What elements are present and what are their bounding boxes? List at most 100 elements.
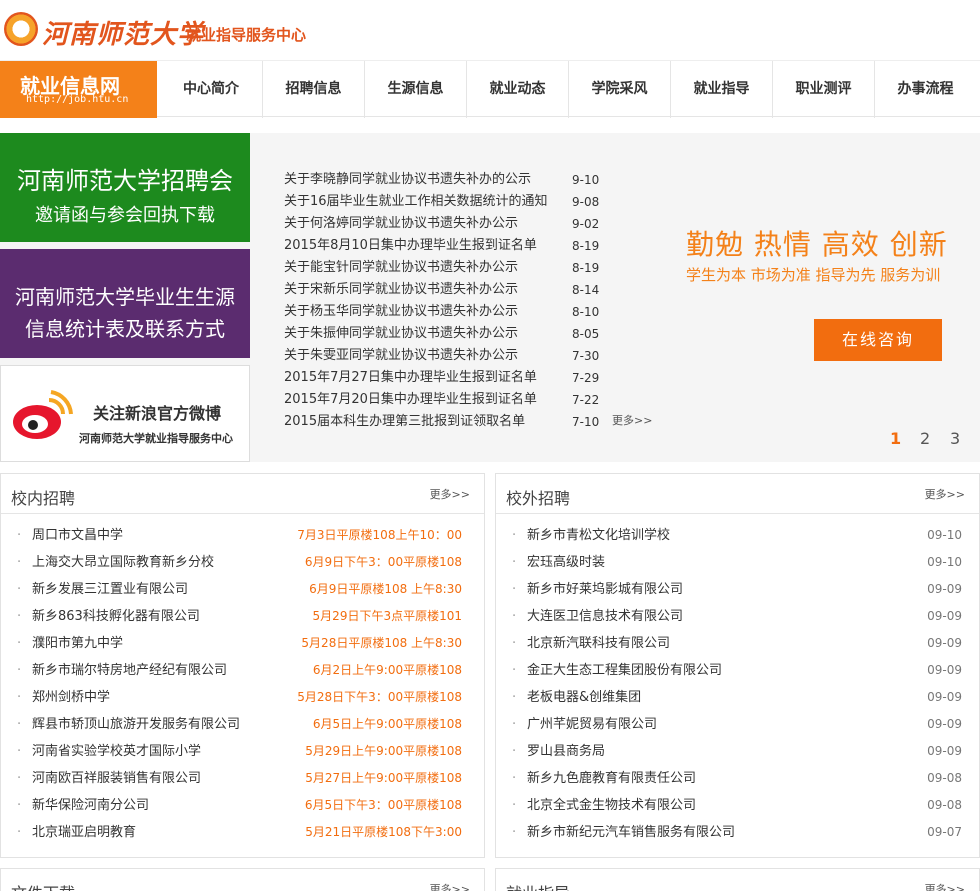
company-name[interactable]: 河南欧百祥服装销售有限公司 (32, 765, 201, 792)
list-item[interactable]: · 北京新汽联科技有限公司 09-09 (496, 630, 979, 657)
notice-item[interactable]: 关于朱雯亚同学就业协议书遗失补办公示 7-30 (284, 345, 654, 367)
notice-title[interactable]: 关于宋新乐同学就业协议书遗失补办公示 (284, 279, 518, 301)
job-fair-promo[interactable]: 河南师范大学招聘会 邀请函与参会回执下载 (0, 133, 250, 242)
company-name[interactable]: 新乡市瑞尔特房地产经纪有限公司 (32, 657, 227, 684)
nav-item-student-source[interactable]: 生源信息 (364, 61, 466, 118)
notice-title[interactable]: 2015年7月27日集中办理毕业生报到证名单 (284, 367, 537, 389)
notice-title[interactable]: 2015年8月10日集中办理毕业生报到证名单 (284, 235, 537, 257)
list-item[interactable]: · 罗山县商务局 09-09 (496, 738, 979, 765)
notice-title[interactable]: 关于杨玉华同学就业协议书遗失补办公示 (284, 301, 518, 323)
nav-item-colleges[interactable]: 学院采风 (568, 61, 670, 118)
company-name[interactable]: 新乡发展三江置业有限公司 (32, 576, 188, 603)
company-name[interactable]: 老板电器&创维集团 (527, 684, 641, 711)
nav-item-about[interactable]: 中心简介 (160, 61, 262, 118)
downloads-more-link[interactable]: 更多>> (430, 881, 470, 891)
company-name[interactable]: 新乡863科技孵化器有限公司 (32, 603, 200, 630)
notice-title[interactable]: 2015年7月20日集中办理毕业生报到证名单 (284, 389, 537, 411)
notice-item[interactable]: 关于能宝针同学就业协议书遗失补办公示 8-19 (284, 257, 654, 279)
list-item[interactable]: · 上海交大昂立国际教育新乡分校 6月9日下午3：00平原楼108 (1, 549, 484, 576)
list-item[interactable]: · 濮阳市第九中学 5月28日平原楼108 上午8:30 (1, 630, 484, 657)
notice-item[interactable]: 关于宋新乐同学就业协议书遗失补办公示 8-14 (284, 279, 654, 301)
list-item[interactable]: · 新乡市瑞尔特房地产经纪有限公司 6月2日上午9:00平原楼108 (1, 657, 484, 684)
pager-page-2[interactable]: 2 (920, 429, 950, 448)
list-item[interactable]: · 辉县市轿顶山旅游开发服务有限公司 6月5日上午9:00平原楼108 (1, 711, 484, 738)
notice-title[interactable]: 关于朱振伸同学就业协议书遗失补办公示 (284, 323, 518, 345)
bullet-icon: · (512, 582, 517, 597)
list-item[interactable]: · 大连医卫信息技术有限公司 09-09 (496, 603, 979, 630)
list-item[interactable]: · 新乡发展三江置业有限公司 6月9日平原楼108 上午8:30 (1, 576, 484, 603)
notice-item[interactable]: 2015年7月27日集中办理毕业生报到证名单 7-29 (284, 367, 654, 389)
notice-title[interactable]: 关于朱雯亚同学就业协议书遗失补办公示 (284, 345, 518, 367)
list-item[interactable]: · 新乡市新纪元汽车销售服务有限公司 09-07 (496, 819, 979, 846)
list-item[interactable]: · 北京瑞亚启明教育 5月21日平原楼108下午3:00 (1, 819, 484, 846)
company-name[interactable]: 北京全式金生物技术有限公司 (527, 792, 696, 819)
company-name[interactable]: 河南省实验学校英才国际小学 (32, 738, 201, 765)
list-item[interactable]: · 新乡863科技孵化器有限公司 5月29日下午3点平原楼101 (1, 603, 484, 630)
list-item[interactable]: · 宏珏高级时装 09-10 (496, 549, 979, 576)
list-item[interactable]: · 河南欧百祥服装销售有限公司 5月27日上午9:00平原楼108 (1, 765, 484, 792)
notice-title[interactable]: 关于16届毕业生就业工作相关数据统计的通知 (284, 191, 548, 213)
notice-item[interactable]: 2015年8月10日集中办理毕业生报到证名单 8-19 (284, 235, 654, 257)
company-name[interactable]: 辉县市轿顶山旅游开发服务有限公司 (32, 711, 240, 738)
panel-title: 校外招聘 (506, 489, 571, 508)
company-name[interactable]: 北京瑞亚启明教育 (32, 819, 136, 846)
list-item[interactable]: · 新乡市好莱坞影城有限公司 09-09 (496, 576, 979, 603)
notice-item[interactable]: 关于16届毕业生就业工作相关数据统计的通知 9-08 (284, 191, 654, 213)
campus-more-link[interactable]: 更多>> (430, 486, 470, 502)
notice-item[interactable]: 2015年7月20日集中办理毕业生报到证名单 7-22 (284, 389, 654, 411)
notice-title[interactable]: 2015届本科生办理第三批报到证领取名单 (284, 411, 525, 433)
list-item[interactable]: · 新华保险河南分公司 6月5日下午3：00平原楼108 (1, 792, 484, 819)
notice-item[interactable]: 关于杨玉华同学就业协议书遗失补办公示 8-10 (284, 301, 654, 323)
notice-item[interactable]: 关于何洛婷同学就业协议书遗失补办公示 9-02 (284, 213, 654, 235)
company-name[interactable]: 新乡市青松文化培训学校 (527, 522, 670, 549)
online-consult-button[interactable]: 在线咨询 (814, 319, 942, 361)
notice-item[interactable]: 关于朱振伸同学就业协议书遗失补办公示 8-05 (284, 323, 654, 345)
nav-item-assessment[interactable]: 职业测评 (772, 61, 874, 118)
company-name[interactable]: 新乡市新纪元汽车销售服务有限公司 (527, 819, 735, 846)
bullet-icon: · (512, 798, 517, 813)
company-name[interactable]: 广州芊妮贸易有限公司 (527, 711, 657, 738)
notice-item[interactable]: 关于李晓静同学就业协议书遗失补办的公示 9-10 (284, 169, 654, 191)
company-name[interactable]: 宏珏高级时装 (527, 549, 605, 576)
university-name[interactable]: 河南师范大学 (42, 14, 204, 51)
company-name[interactable]: 濮阳市第九中学 (32, 630, 123, 657)
nav-brand[interactable]: 就业信息网 http://job.htu.cn (0, 61, 157, 118)
company-name[interactable]: 大连医卫信息技术有限公司 (527, 603, 683, 630)
list-item[interactable]: · 郑州剑桥中学 5月28日下午3：00平原楼108 (1, 684, 484, 711)
weibo-promo[interactable]: 关注新浪官方微博 河南师范大学就业指导服务中心 (0, 365, 250, 462)
pager-page-3[interactable]: 3 (950, 429, 980, 448)
list-item[interactable]: · 金正大生态工程集团股份有限公司 09-09 (496, 657, 979, 684)
company-name[interactable]: 北京新汽联科技有限公司 (527, 630, 670, 657)
bullet-icon: · (17, 528, 22, 543)
company-name[interactable]: 新乡九色鹿教育有限责任公司 (527, 765, 696, 792)
list-item[interactable]: · 河南省实验学校英才国际小学 5月29日上午9:00平原楼108 (1, 738, 484, 765)
notice-date: 8-05 (572, 327, 600, 341)
list-item[interactable]: · 周口市文昌中学 7月3日平原楼108上午10：00 (1, 522, 484, 549)
notice-more-link[interactable]: 更多>> (612, 412, 652, 428)
company-name[interactable]: 新华保险河南分公司 (32, 792, 149, 819)
list-item[interactable]: · 新乡九色鹿教育有限责任公司 09-08 (496, 765, 979, 792)
list-item[interactable]: · 北京全式金生物技术有限公司 09-08 (496, 792, 979, 819)
list-item[interactable]: · 广州芊妮贸易有限公司 09-09 (496, 711, 979, 738)
list-item[interactable]: · 新乡市青松文化培训学校 09-10 (496, 522, 979, 549)
notice-title[interactable]: 关于李晓静同学就业协议书遗失补办的公示 (284, 169, 531, 191)
notice-title[interactable]: 关于能宝针同学就业协议书遗失补办公示 (284, 257, 518, 279)
guidance-more-link[interactable]: 更多>> (925, 881, 965, 891)
offcampus-more-link[interactable]: 更多>> (925, 486, 965, 502)
nav-item-guidance[interactable]: 就业指导 (670, 61, 772, 118)
student-source-promo[interactable]: 河南师范大学毕业生生源 信息统计表及联系方式 (0, 249, 250, 358)
company-name[interactable]: 罗山县商务局 (527, 738, 605, 765)
company-name[interactable]: 郑州剑桥中学 (32, 684, 110, 711)
company-name[interactable]: 上海交大昂立国际教育新乡分校 (32, 549, 214, 576)
company-name[interactable]: 周口市文昌中学 (32, 522, 123, 549)
company-name[interactable]: 金正大生态工程集团股份有限公司 (527, 657, 722, 684)
pager-page-1[interactable]: 1 (890, 429, 920, 448)
nav-item-procedures[interactable]: 办事流程 (874, 61, 976, 118)
list-item[interactable]: · 老板电器&创维集团 09-09 (496, 684, 979, 711)
nav-item-recruitment[interactable]: 招聘信息 (262, 61, 364, 118)
nav-item-news[interactable]: 就业动态 (466, 61, 568, 118)
notice-title[interactable]: 关于何洛婷同学就业协议书遗失补办公示 (284, 213, 518, 235)
notice-item[interactable]: 2015届本科生办理第三批报到证领取名单 7-10 (284, 411, 654, 433)
company-name[interactable]: 新乡市好莱坞影城有限公司 (527, 576, 683, 603)
site-header: 河南师范大学 就业指导服务中心 (0, 0, 980, 60)
